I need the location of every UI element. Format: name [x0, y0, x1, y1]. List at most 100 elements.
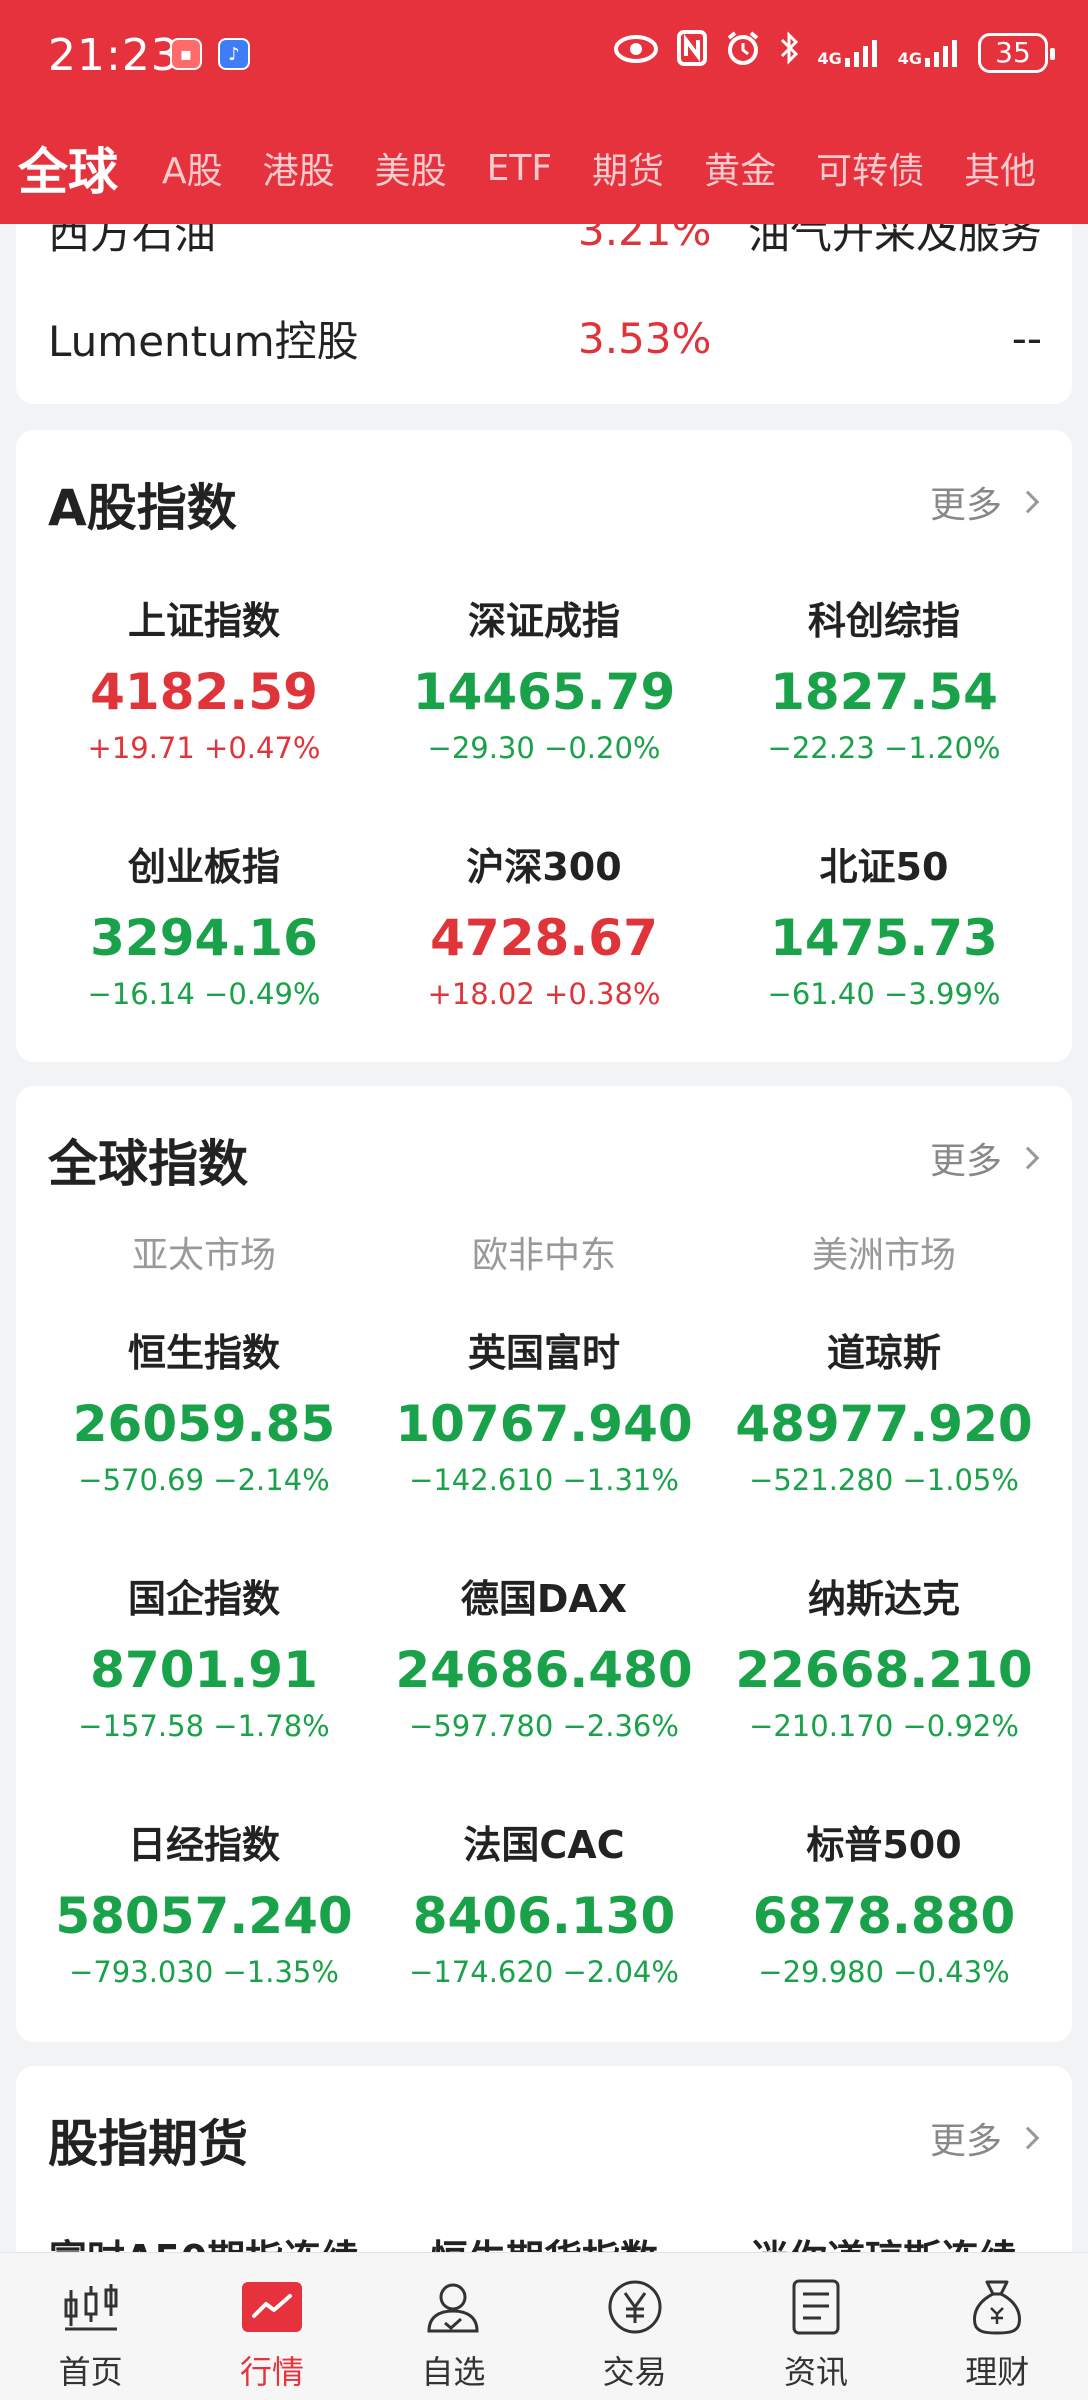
- nav-label: 理财: [965, 2353, 1030, 2391]
- index-cell[interactable]: 纳斯达克 22668.210 −210.170 −0.92%: [714, 1568, 1054, 1743]
- index-name: 国企指数: [127, 1577, 280, 1621]
- global-more-link[interactable]: 更多: [930, 1132, 1040, 1184]
- more-label: 更多: [929, 485, 1002, 526]
- user-check-icon: [423, 2277, 483, 2337]
- index-cell[interactable]: 创业板指 3294.16 −16.14 −0.49%: [34, 836, 374, 1011]
- index-futures-card: 股指期货 更多 富时A50期指连续 恒生期货指数 迷你道琼斯连续: [16, 2066, 1072, 2252]
- chevron-right-icon: [1016, 2126, 1040, 2150]
- signal-icon-2: 4G: [898, 38, 960, 68]
- index-name: 上证指数: [127, 599, 280, 643]
- nav-market[interactable]: 行情: [181, 2253, 362, 2400]
- index-value: 48977.920: [735, 1395, 1033, 1453]
- signal-icon-1: 4G: [817, 38, 879, 68]
- network-type-1: 4G: [817, 48, 842, 68]
- index-change: +18.02 +0.38%: [427, 977, 661, 1011]
- nav-label: 首页: [58, 2353, 123, 2391]
- music-app-icon: ♪: [218, 38, 250, 70]
- index-name: 北证50: [819, 845, 949, 889]
- index-cell[interactable]: 上证指数 4182.59 +19.71 +0.47%: [34, 590, 374, 765]
- index-cell[interactable]: 北证50 1475.73 −61.40 −3.99%: [714, 836, 1054, 1011]
- index-cell[interactable]: 法国CAC 8406.130 −174.620 −2.04%: [374, 1814, 714, 1989]
- nav-home[interactable]: 首页: [0, 2253, 181, 2400]
- eye-icon: [613, 32, 659, 73]
- tab-convertible[interactable]: 可转债: [816, 142, 924, 194]
- tab-global[interactable]: 全球: [18, 132, 118, 204]
- futures-more-link[interactable]: 更多: [929, 2112, 1040, 2164]
- index-value: 10767.940: [395, 1395, 693, 1453]
- a-share-more-link[interactable]: 更多: [929, 476, 1040, 528]
- a-share-index-card: A股指数 更多 上证指数 4182.59 +19.71 +0.47% 深证成指 …: [16, 430, 1072, 1062]
- tab-etf[interactable]: ETF: [487, 148, 552, 189]
- alarm-icon: [725, 30, 761, 75]
- tab-us[interactable]: 美股: [375, 142, 447, 194]
- index-change: −157.58 −1.78%: [78, 1709, 330, 1743]
- global-title: 全球指数: [48, 1135, 248, 1193]
- bottom-nav: 首页 行情 自选 交易 资讯 理财: [0, 2252, 1088, 2400]
- region-emea: 欧非中东: [471, 1235, 616, 1276]
- tab-a-share[interactable]: A股: [162, 142, 223, 194]
- index-change: +19.71 +0.47%: [87, 731, 321, 765]
- tab-gold[interactable]: 黄金: [704, 142, 776, 194]
- index-cell[interactable]: 标普500 6878.880 −29.980 −0.43%: [714, 1814, 1054, 1989]
- futures-cell[interactable]: 恒生期货指数: [374, 2228, 714, 2252]
- index-cell[interactable]: 沪深300 4728.67 +18.02 +0.38%: [374, 836, 714, 1011]
- index-cell[interactable]: 恒生指数 26059.85 −570.69 −2.14%: [34, 1322, 374, 1497]
- nav-watchlist[interactable]: 自选: [363, 2253, 544, 2400]
- status-bar: 21:23 ▪ ♪ 4G 4G 35: [0, 0, 1088, 112]
- futures-cell[interactable]: 富时A50期指连续: [34, 2228, 374, 2252]
- nav-news[interactable]: 资讯: [725, 2253, 906, 2400]
- stock-name: Lumentum控股: [48, 316, 359, 366]
- nfc-icon: [677, 30, 708, 75]
- index-name: 标普500: [806, 1823, 962, 1867]
- index-cell[interactable]: 深证成指 14465.79 −29.30 −0.20%: [374, 590, 714, 765]
- tab-other[interactable]: 其他: [964, 142, 1036, 194]
- market-tabs: 全球 A股 港股 美股 ETF 期货 黄金 可转债 其他: [0, 112, 1088, 224]
- stock-change-pct: 3.53%: [578, 313, 712, 363]
- index-cell[interactable]: 英国富时 10767.940 −142.610 −1.31%: [374, 1322, 714, 1497]
- nav-label: 行情: [239, 2353, 304, 2391]
- index-cell[interactable]: 日经指数 58057.240 −793.030 −1.35%: [34, 1814, 374, 1989]
- index-change: −793.030 −1.35%: [69, 1955, 339, 1989]
- more-label: 更多: [929, 2121, 1002, 2162]
- index-value: 8701.91: [90, 1641, 318, 1699]
- nav-label: 交易: [602, 2353, 667, 2391]
- index-change: −210.170 −0.92%: [749, 1709, 1019, 1743]
- index-change: −597.780 −2.36%: [409, 1709, 679, 1743]
- index-value: 1827.54: [770, 663, 998, 721]
- list-item[interactable]: Lumentum控股 3.53% --: [48, 308, 1042, 368]
- region-asia-pacific: 亚太市场: [131, 1235, 276, 1276]
- index-value: 1475.73: [770, 909, 998, 967]
- global-index-card: 全球指数 更多 亚太市场 欧非中东 美洲市场 恒生指数 26059.85 −57…: [16, 1086, 1072, 2042]
- index-name: 创业板指: [127, 845, 280, 889]
- nav-wealth[interactable]: 理财: [907, 2253, 1088, 2400]
- index-cell[interactable]: 德国DAX 24686.480 −597.780 −2.36%: [374, 1568, 714, 1743]
- nav-label: 资讯: [783, 2353, 848, 2391]
- index-change: −174.620 −2.04%: [409, 1955, 679, 1989]
- tab-hk[interactable]: 港股: [263, 142, 335, 194]
- index-value: 6878.880: [752, 1887, 1016, 1945]
- header: 21:23 ▪ ♪ 4G 4G 35 全球 A股 港股 美股 ETF 期货 黄金…: [0, 0, 1088, 224]
- index-change: −29.30 −0.20%: [427, 731, 661, 765]
- index-cell[interactable]: 科创综指 1827.54 −22.23 −1.20%: [714, 590, 1054, 765]
- yen-icon: [605, 2277, 665, 2337]
- index-change: −570.69 −2.14%: [78, 1463, 330, 1497]
- index-change: −61.40 −3.99%: [767, 977, 1001, 1011]
- index-name: 英国富时: [467, 1331, 620, 1375]
- chevron-right-icon: [1016, 1146, 1040, 1170]
- candlestick-icon: [61, 2277, 121, 2337]
- index-value: 24686.480: [395, 1641, 693, 1699]
- nav-trade[interactable]: 交易: [544, 2253, 725, 2400]
- futures-name: 恒生期货指数: [374, 2228, 714, 2252]
- futures-cell[interactable]: 迷你道琼斯连续: [714, 2228, 1054, 2252]
- nav-label: 自选: [421, 2353, 486, 2391]
- tab-futures[interactable]: 期货: [592, 142, 664, 194]
- index-value: 3294.16: [90, 909, 318, 967]
- status-icons: 4G 4G 35: [613, 30, 1055, 75]
- index-name: 科创综指: [807, 599, 960, 643]
- bluetooth-icon: [779, 30, 799, 75]
- index-cell[interactable]: 国企指数 8701.91 −157.58 −1.78%: [34, 1568, 374, 1743]
- money-bag-icon: [967, 2277, 1027, 2337]
- index-change: −22.23 −1.20%: [767, 731, 1001, 765]
- index-value: 4728.67: [430, 909, 658, 967]
- index-cell[interactable]: 道琼斯 48977.920 −521.280 −1.05%: [714, 1322, 1054, 1497]
